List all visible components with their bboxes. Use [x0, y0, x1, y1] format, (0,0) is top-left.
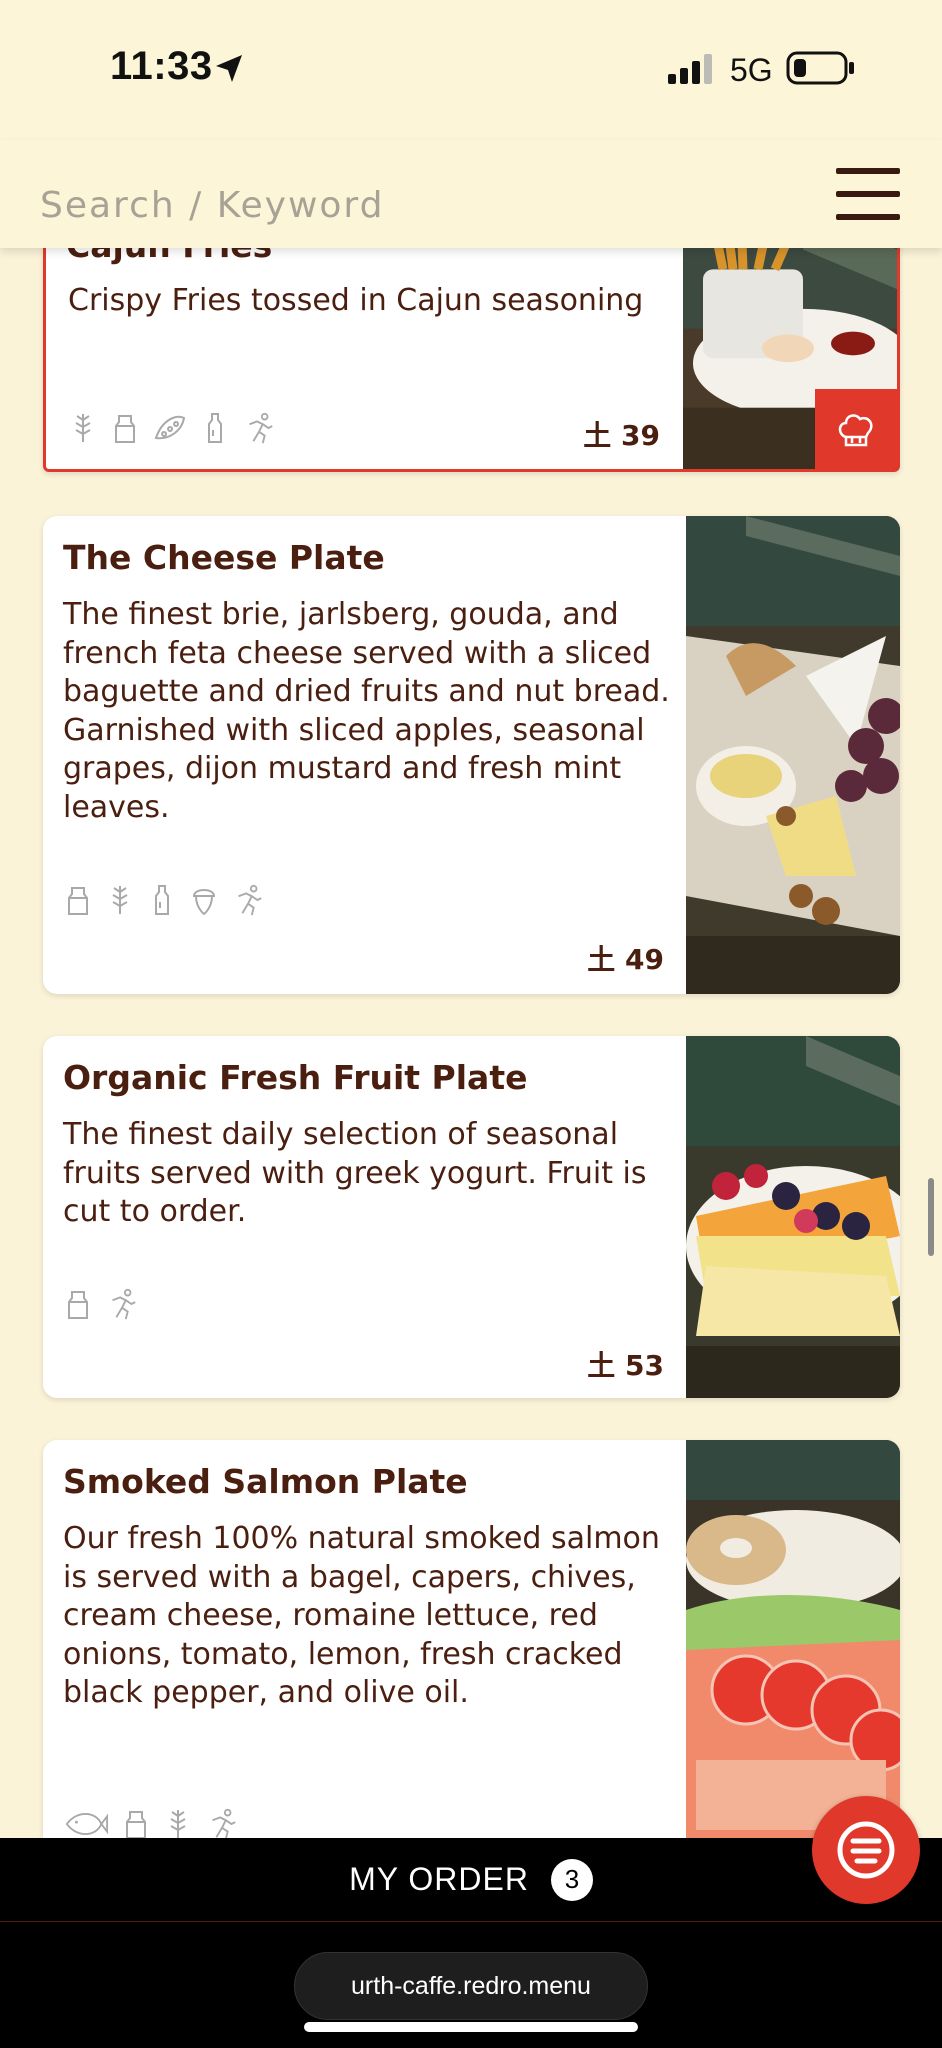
price-value: 53: [625, 1349, 664, 1382]
fish-icon: [65, 1812, 109, 1836]
active-icon: [238, 884, 262, 916]
menu-item-description: Our fresh 100% natural smoked salmon is …: [63, 1521, 660, 1710]
menu-list: Cajun Fries Crispy Fries tossed in Cajun…: [0, 0, 942, 2048]
clock: 11:33: [110, 44, 213, 88]
menu-item-title: Smoked Salmon Plate: [63, 1462, 468, 1501]
browser-url-bar[interactable]: urth-caffe.redro.menu: [294, 1952, 648, 2020]
allergen-icons: [63, 882, 265, 918]
allergen-icons: [63, 1286, 139, 1322]
currency-icon: ⼟: [587, 1349, 616, 1382]
scrollbar[interactable]: [928, 1178, 934, 1256]
wheat-icon: [170, 1810, 186, 1838]
home-indicator[interactable]: [304, 2022, 638, 2032]
allergen-icons: [63, 1806, 239, 1842]
nut-icon: [192, 889, 216, 916]
price: ⼟ 53: [587, 1344, 664, 1384]
status-bar: 11:33 5G: [0, 0, 942, 140]
chef-pick-badge: [815, 389, 897, 469]
cellular-signal-icon: [668, 54, 712, 84]
price-value: 49: [625, 943, 664, 976]
menu-item-description: The finest brie, jarlsberg, gouda, and f…: [63, 597, 670, 825]
allergen-icons: [68, 410, 276, 446]
milk-icon: [115, 415, 135, 443]
my-order-button[interactable]: MY ORDER 3: [0, 1838, 942, 1922]
bottle-icon: [208, 413, 222, 443]
soy-icon: [154, 415, 186, 440]
chat-icon: [837, 1821, 895, 1879]
chat-button[interactable]: [812, 1796, 920, 1904]
order-count-badge: 3: [550, 1858, 593, 1901]
milk-icon: [126, 1811, 146, 1839]
price-value: 39: [621, 419, 660, 452]
menu-item-description: The finest daily selection of seasonal f…: [63, 1117, 647, 1229]
network-type: 5G: [730, 52, 773, 88]
menu-card-fruit-plate[interactable]: Organic Fresh Fruit Plate The finest dai…: [43, 1036, 900, 1398]
location-arrow-icon: [216, 55, 242, 82]
price: ⼟ 49: [587, 938, 664, 978]
menu-hamburger-icon[interactable]: [836, 168, 900, 220]
hamburger-line: [836, 191, 900, 197]
chef-hat-icon: [838, 414, 873, 447]
search-input[interactable]: [40, 180, 600, 230]
menu-card-cajun-fries[interactable]: Cajun Fries Crispy Fries tossed in Cajun…: [43, 210, 900, 472]
wheat-icon: [75, 414, 91, 442]
menu-card-smoked-salmon[interactable]: Smoked Salmon Plate Our fresh 100% natur…: [43, 1440, 900, 1900]
bottom-bar: MY ORDER 3 urth-caffe.redro.menu: [0, 1838, 942, 2048]
active-icon: [212, 1808, 236, 1840]
milk-icon: [68, 1291, 88, 1319]
currency-icon: ⼟: [587, 943, 616, 976]
battery-icon: [786, 51, 854, 85]
active-icon: [112, 1288, 136, 1320]
app-header: [0, 140, 942, 248]
milk-icon: [68, 887, 88, 915]
menu-card-cheese-plate[interactable]: The Cheese Plate The finest brie, jarlsb…: [43, 516, 900, 994]
menu-item-description: Crispy Fries tossed in Cajun seasoning: [68, 283, 644, 318]
active-icon: [249, 412, 273, 444]
price: ⼟ 39: [583, 414, 660, 454]
currency-icon: ⼟: [583, 419, 612, 452]
my-order-label: MY ORDER: [349, 1861, 529, 1897]
wheat-icon: [112, 886, 128, 914]
fruit-plate-photo: [686, 1036, 900, 1398]
menu-item-title: The Cheese Plate: [63, 538, 385, 577]
hamburger-line: [836, 214, 900, 220]
cheese-plate-photo: [686, 516, 900, 994]
bottle-icon: [155, 885, 169, 915]
hamburger-line: [836, 168, 900, 174]
menu-item-title: Organic Fresh Fruit Plate: [63, 1058, 528, 1097]
